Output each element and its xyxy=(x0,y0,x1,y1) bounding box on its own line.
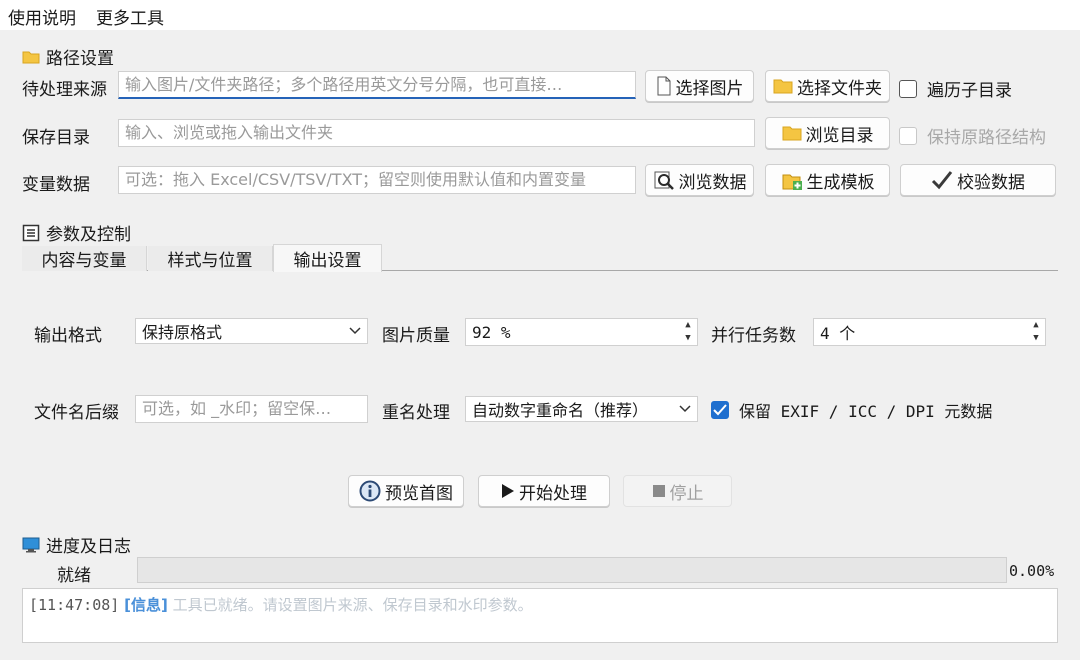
status-label: 就绪 xyxy=(57,566,91,586)
progress-percent: 0.00% xyxy=(1009,562,1055,580)
preview-label: 预览首图 xyxy=(385,483,453,504)
traverse-subdir-label: 遍历子目录 xyxy=(927,81,1012,101)
browse-dir-label: 浏览目录 xyxy=(805,125,874,146)
keep-metadata-label: 保留 EXIF / ICC / DPI 元数据 xyxy=(739,402,993,421)
keep-structure-checkbox[interactable] xyxy=(899,126,917,145)
source-label: 待处理来源 xyxy=(22,80,107,100)
keep-structure-option[interactable]: 保持原路径结构 xyxy=(899,123,1046,148)
tab-output-settings[interactable]: 输出设置 xyxy=(273,244,382,272)
var-data-input[interactable]: 可选：拖入 Excel/CSV/TSV/TXT；留空则使用默认值和内置变量 xyxy=(118,166,636,194)
menu-more-tools[interactable]: 更多工具 xyxy=(96,4,164,29)
parallel-stepper-arrows[interactable]: ▲ ▼ xyxy=(1029,320,1043,344)
quality-label: 图片质量 xyxy=(382,326,450,346)
chevron-down-icon xyxy=(349,327,361,335)
suffix-label: 文件名后缀 xyxy=(34,403,119,423)
start-button[interactable]: 开始处理 xyxy=(478,475,610,507)
select-image-button[interactable]: 选择图片 xyxy=(645,70,754,102)
browse-dir-button[interactable]: 浏览目录 xyxy=(765,117,890,149)
folder-add-icon xyxy=(782,174,802,190)
suffix-input[interactable]: 可选，如 _水印；留空保… xyxy=(135,395,368,423)
list-icon xyxy=(22,224,40,241)
validate-data-label: 校验数据 xyxy=(957,172,1025,193)
select-image-label: 选择图片 xyxy=(675,78,744,99)
select-folder-button[interactable]: 选择文件夹 xyxy=(765,70,890,102)
traverse-subdir-checkbox[interactable] xyxy=(899,79,917,98)
log-timestamp: [11:47:08] xyxy=(29,596,120,614)
file-icon xyxy=(657,76,670,96)
traverse-subdir-option[interactable]: 遍历子目录 xyxy=(899,76,1012,101)
path-section-header: 路径设置 xyxy=(22,44,114,69)
folder-icon xyxy=(782,126,801,141)
search-data-icon xyxy=(654,171,674,190)
save-label: 保存目录 xyxy=(22,128,90,148)
format-label: 输出格式 xyxy=(34,326,102,346)
play-icon xyxy=(502,484,514,498)
stop-button[interactable]: 停止 xyxy=(623,475,732,507)
rename-value: 自动数字重命名（推荐） xyxy=(472,401,649,420)
keep-structure-label: 保持原路径结构 xyxy=(927,128,1046,148)
progress-section-header: 进度及日志 xyxy=(22,532,131,557)
monitor-icon xyxy=(22,537,40,552)
format-value: 保持原格式 xyxy=(142,323,223,342)
stop-label: 停止 xyxy=(669,483,704,504)
stop-icon xyxy=(652,485,665,497)
log-line: [11:47:08] [信息] 工具已就绪。请设置图片来源、保存目录和水印参数。 xyxy=(23,589,1057,620)
info-icon xyxy=(359,480,381,502)
chevron-down-icon xyxy=(679,405,691,413)
validate-data-button[interactable]: 校验数据 xyxy=(900,164,1056,196)
menu-usage[interactable]: 使用说明 xyxy=(8,4,76,29)
folder-icon xyxy=(22,51,40,63)
tab-style-position[interactable]: 样式与位置 xyxy=(148,246,273,271)
check-icon xyxy=(713,404,727,416)
menu-bar: 使用说明 更多工具 xyxy=(0,0,1080,30)
rename-select[interactable]: 自动数字重命名（推荐） xyxy=(465,396,698,422)
select-folder-label: 选择文件夹 xyxy=(797,78,882,99)
generate-template-button[interactable]: 生成模板 xyxy=(765,164,890,196)
start-label: 开始处理 xyxy=(519,483,587,504)
params-section-header: 参数及控制 xyxy=(22,220,131,245)
browse-data-label: 浏览数据 xyxy=(678,172,747,193)
log-message: 工具已就绪。请设置图片来源、保存目录和水印参数。 xyxy=(172,596,533,614)
checkmark-icon xyxy=(931,171,953,190)
parallel-value: 4 个 xyxy=(820,324,856,343)
folder-icon xyxy=(773,79,793,94)
progress-section-title: 进度及日志 xyxy=(46,537,131,557)
format-select[interactable]: 保持原格式 xyxy=(135,318,368,344)
progress-bar xyxy=(137,557,1007,583)
keep-metadata-option[interactable]: 保留 EXIF / ICC / DPI 元数据 xyxy=(711,398,992,422)
tab-content-vars[interactable]: 内容与变量 xyxy=(22,246,147,271)
log-panel[interactable]: [11:47:08] [信息] 工具已就绪。请设置图片来源、保存目录和水印参数。 xyxy=(22,588,1058,643)
path-section-title: 路径设置 xyxy=(46,49,114,69)
log-level: [信息] xyxy=(124,596,168,614)
rename-label: 重名处理 xyxy=(382,403,450,423)
keep-metadata-checkbox[interactable] xyxy=(711,401,729,419)
params-section-title: 参数及控制 xyxy=(46,225,131,245)
var-label: 变量数据 xyxy=(22,175,90,195)
browse-data-button[interactable]: 浏览数据 xyxy=(645,164,754,196)
parallel-label: 并行任务数 xyxy=(711,326,796,346)
quality-stepper-arrows[interactable]: ▲ ▼ xyxy=(681,320,695,344)
source-input[interactable]: 输入图片/文件夹路径；多个路径用英文分号分隔，也可直接… xyxy=(118,71,636,99)
parallel-stepper[interactable]: 4 个 ▲ ▼ xyxy=(813,318,1046,346)
generate-template-label: 生成模板 xyxy=(806,172,875,193)
save-dir-input[interactable]: 输入、浏览或拖入输出文件夹 xyxy=(118,119,755,147)
quality-stepper[interactable]: 92 % ▲ ▼ xyxy=(465,318,698,346)
quality-value: 92 % xyxy=(472,322,511,342)
preview-button[interactable]: 预览首图 xyxy=(348,475,464,507)
